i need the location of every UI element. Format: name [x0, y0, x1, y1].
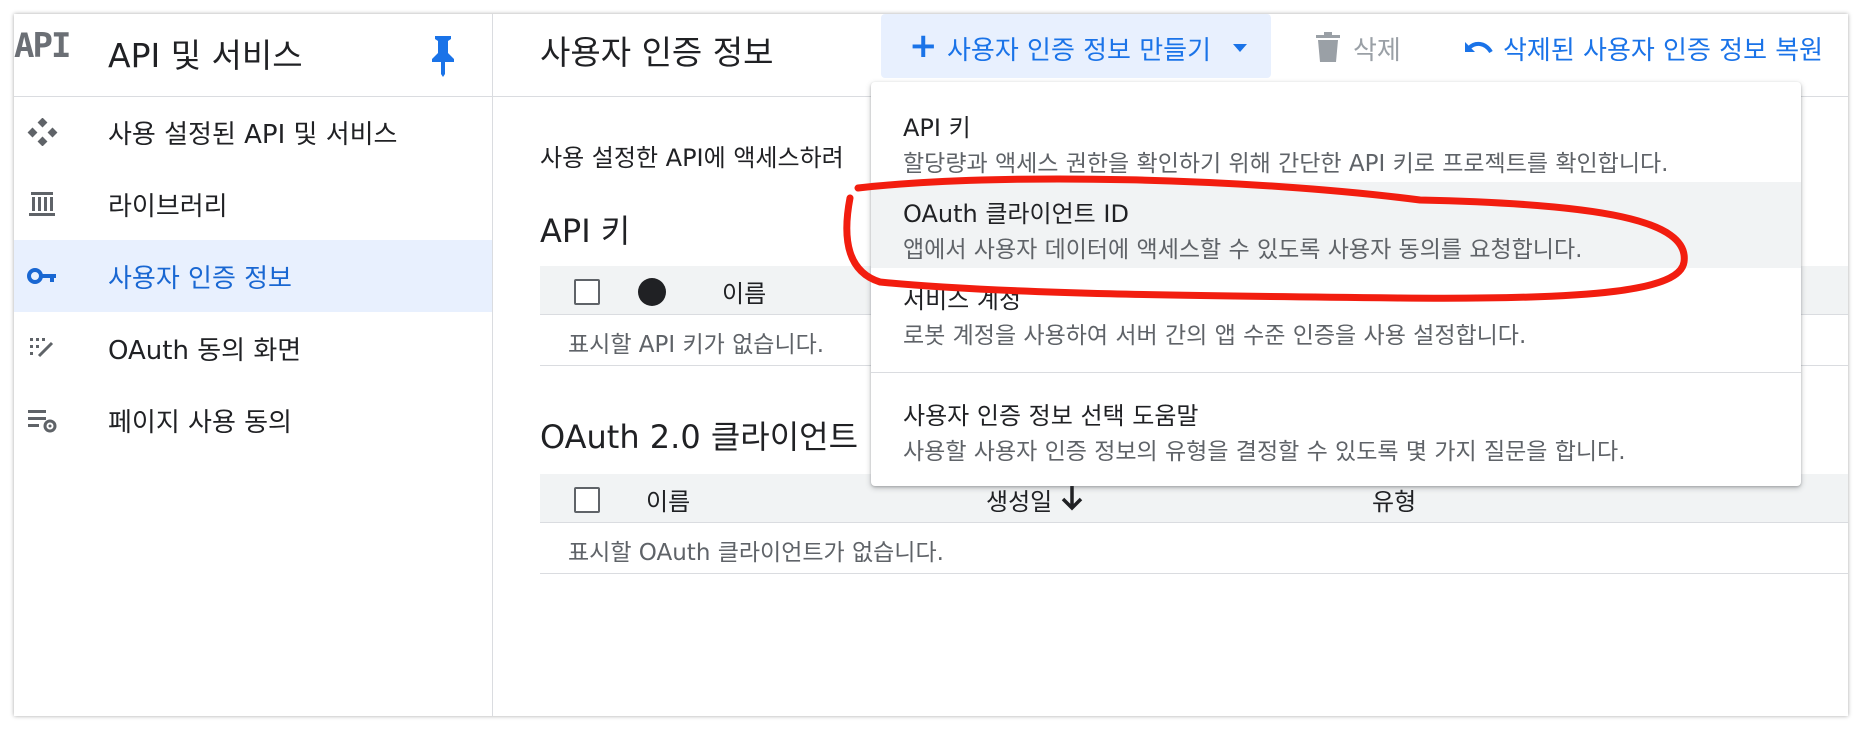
select-all-api-keys-checkbox[interactable]: [574, 279, 600, 305]
sidebar-item-label: 라이브러리: [108, 191, 228, 222]
sidebar-item-oauth-consent[interactable]: OAuth 동의 화면: [14, 312, 492, 384]
menu-item-service-account[interactable]: 서비스 계정 로봇 계정을 사용하여 서버 간의 앱 수준 인증을 사용 설정합…: [871, 268, 1801, 354]
caret-down-icon: [1233, 44, 1247, 52]
menu-item-oauth-client-id[interactable]: OAuth 클라이언트 ID 앱에서 사용자 데이터에 액세스할 수 있도록 사…: [871, 182, 1801, 268]
arrow-down-icon[interactable]: [1060, 484, 1084, 512]
sidebar-item-enabled-apis[interactable]: 사용 설정된 API 및 서비스: [14, 96, 492, 168]
sidebar-item-label: 페이지 사용 동의: [108, 407, 292, 438]
column-header-type[interactable]: 유형: [1372, 482, 1416, 517]
restore-label: 삭제된 사용자 인증 정보 복원: [1503, 36, 1824, 66]
sidebar-item-credentials[interactable]: 사용자 인증 정보: [14, 240, 492, 312]
trash-icon: [1316, 32, 1340, 62]
api-diamond-icon: [27, 118, 58, 146]
menu-item-api-key[interactable]: API 키 할당량과 액세스 권한을 확인하기 위해 간단한 API 키로 프로…: [871, 96, 1801, 182]
status-dot-icon: [638, 278, 666, 306]
sidebar-nav: 사용 설정된 API 및 서비스 라이브러리 사용자 인증 정보 OAuth 동…: [14, 96, 492, 456]
menu-item-help-me-choose[interactable]: 사용자 인증 정보 선택 도움말 사용할 사용자 인증 정보의 유형을 결정할 …: [871, 384, 1801, 470]
sidebar-item-label: 사용자 인증 정보: [108, 263, 292, 294]
menu-item-description: 로봇 계정을 사용하여 서버 간의 앱 수준 인증을 사용 설정합니다.: [903, 323, 1527, 349]
sidebar-item-page-usage[interactable]: 페이지 사용 동의: [14, 384, 492, 456]
create-credentials-menu: API 키 할당량과 액세스 권한을 확인하기 위해 간단한 API 키로 프로…: [871, 82, 1801, 486]
undo-icon: [1465, 41, 1493, 54]
library-icon: [29, 192, 55, 216]
menu-item-title: API 키: [903, 114, 971, 142]
oauth-empty-text: 표시할 OAuth 클라이언트가 없습니다.: [568, 540, 944, 566]
menu-divider: [871, 372, 1801, 373]
menu-item-title: 서비스 계정: [903, 286, 1022, 314]
menu-item-title: 사용자 인증 정보 선택 도움말: [903, 402, 1199, 430]
plus-icon: +: [909, 26, 938, 66]
sidebar-item-library[interactable]: 라이브러리: [14, 168, 492, 240]
sidebar: API API 및 서비스 사용 설정된 API 및 서비스 라이브러리 사용자…: [14, 14, 493, 716]
create-credentials-label: 사용자 인증 정보 만들기: [947, 36, 1211, 66]
sidebar-header: API API 및 서비스: [14, 14, 492, 97]
menu-item-title: OAuth 클라이언트 ID: [903, 200, 1129, 228]
sidebar-title: API 및 서비스: [108, 36, 303, 75]
restore-deleted-credentials-button[interactable]: 삭제된 사용자 인증 정보 복원: [1461, 30, 1841, 66]
api-keys-section-title: API 키: [540, 212, 631, 250]
column-header-name[interactable]: 이름: [646, 482, 690, 517]
api-keys-empty-text: 표시할 API 키가 없습니다.: [568, 332, 825, 358]
oauth-empty-row: 표시할 OAuth 클라이언트가 없습니다.: [540, 523, 1848, 574]
page-title: 사용자 인증 정보: [540, 33, 774, 72]
api-logo: API: [14, 26, 71, 66]
page-settings-icon: [28, 410, 57, 433]
sidebar-item-label: OAuth 동의 화면: [108, 335, 302, 366]
column-header-created[interactable]: 생성일: [986, 482, 1052, 517]
menu-item-description: 할당량과 액세스 권한을 확인하기 위해 간단한 API 키로 프로젝트를 확인…: [903, 151, 1669, 177]
sidebar-item-label: 사용 설정된 API 및 서비스: [108, 119, 398, 150]
consent-screen-icon: [30, 338, 54, 358]
menu-item-description: 사용할 사용자 인증 정보의 유형을 결정할 수 있도록 몇 가지 질문을 합니…: [903, 439, 1626, 465]
create-credentials-button[interactable]: + 사용자 인증 정보 만들기: [881, 14, 1271, 78]
delete-button[interactable]: 삭제: [1313, 30, 1413, 66]
menu-item-description: 앱에서 사용자 데이터에 액세스할 수 있도록 사용자 동의를 요청합니다.: [903, 237, 1583, 263]
oauth-section-title: OAuth 2.0 클라이언트: [540, 418, 859, 456]
select-all-oauth-checkbox[interactable]: [574, 487, 600, 513]
key-icon: [27, 268, 56, 284]
pin-icon[interactable]: [428, 34, 458, 78]
app-window: API API 및 서비스 사용 설정된 API 및 서비스 라이브러리 사용자…: [14, 14, 1848, 716]
delete-label: 삭제: [1353, 36, 1401, 66]
intro-text: 사용 설정한 API에 액세스하려: [540, 144, 844, 172]
column-header-name[interactable]: 이름: [722, 274, 766, 309]
